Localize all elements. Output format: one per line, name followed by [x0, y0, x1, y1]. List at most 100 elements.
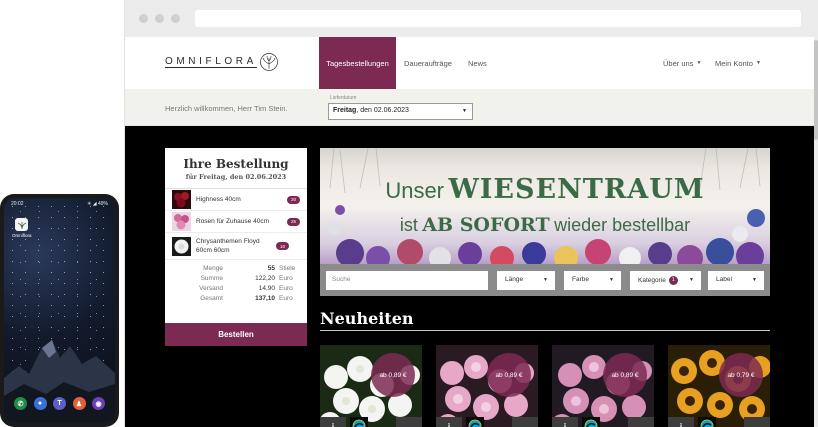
order-item-name: Chrysanthemen Floyd 60cm 60cm [196, 238, 260, 254]
total-row-grand: Gesamt 137,10 Euro [165, 294, 307, 304]
price-badge: ab 0,89 € [603, 353, 647, 397]
teams-icon[interactable]: T [53, 397, 66, 410]
phone-status-icons: ✳ ◢ 49% [87, 201, 108, 207]
filter-label[interactable]: Label ▼ [708, 271, 764, 290]
order-item-qty: 10 [276, 242, 289, 250]
order-item-name: Rosen für Zuhause 40cm [196, 218, 269, 225]
chevron-down-icon: ▼ [689, 277, 694, 283]
maximize-window-dot[interactable] [171, 14, 180, 23]
total-unit: Euro [279, 275, 293, 282]
price-badge: ab 0,89 € [371, 353, 415, 397]
price-badge: ab 0,89 € [487, 353, 531, 397]
firefox-icon[interactable]: ◉ [92, 397, 105, 410]
delivery-date: , den 02.06.2023 [356, 107, 409, 114]
phone-screen: 20:02 ✳ ◢ 49% Omniflora ✆ ● T ♟ ◉ [4, 198, 115, 423]
chevron-down-icon: ▼ [609, 277, 614, 283]
chevron-down-icon: ▼ [462, 108, 467, 114]
omniflora-app-icon[interactable] [15, 218, 29, 231]
section-title-neuheiten: Neuheiten [320, 309, 414, 328]
order-item-qty: 20 [287, 195, 300, 204]
phone-time: 20:02 [11, 201, 24, 207]
total-label: Menge [203, 265, 223, 272]
filter-farbe-label: Farbe [572, 276, 589, 283]
logo-text: OMNIFLORA [165, 56, 257, 68]
total-row-sum: Summe 122,20 Euro [165, 274, 307, 284]
order-item-qty: 25 [287, 217, 300, 226]
order-item[interactable]: Highness 40cm 20 [165, 189, 307, 211]
delivery-day: Freitag [333, 107, 357, 114]
phone-mockup: 20:02 ✳ ◢ 49% Omniflora ✆ ● T ♟ ◉ [0, 194, 119, 427]
info-button[interactable]: i [436, 417, 462, 427]
welcome-text: Herzlich willkommen, Herr Tim Stein. [165, 104, 288, 113]
stem-length: 60cm [512, 417, 538, 427]
total-row-quantity: Menge 55 Stiele [165, 264, 307, 274]
nav-dauerauftraege[interactable]: Daueraufträge [404, 37, 452, 89]
banner-meadow-image [327, 148, 765, 264]
omniflora-app-shortcut[interactable]: Omniflora [12, 218, 32, 238]
main-content: Ihre Bestellung für Freitag, den 02.06.2… [125, 126, 815, 427]
product-card[interactable]: ab 0,79 € i 70cm [668, 345, 770, 427]
order-item-name: Highness 40cm [196, 196, 241, 203]
chevron-down-icon: ▼ [752, 277, 757, 283]
filter-kategorie[interactable]: Kategorie 1 ▼ [630, 271, 701, 290]
nav-ueber-uns-label: Über uns [663, 58, 694, 68]
phone-icon[interactable]: ✆ [14, 397, 27, 410]
search-input[interactable]: Suche [326, 271, 488, 290]
filter-count-badge: 1 [668, 276, 678, 285]
filter-laenge[interactable]: Länge ▼ [497, 271, 555, 290]
chevron-down-icon: ▼ [696, 60, 702, 66]
contacts-icon[interactable]: ♟ [72, 397, 86, 410]
product-card-footer: i 60cm [436, 417, 538, 427]
nav-ueber-uns[interactable]: Über uns ▼ [663, 37, 701, 89]
scrollbar-thumb[interactable] [814, 40, 818, 140]
messages-icon[interactable]: ● [33, 397, 47, 410]
info-button[interactable]: i [668, 417, 694, 427]
product-thumbnail [172, 212, 191, 231]
promo-banner[interactable]: Unser WIESENTRAUM ist AB SOFORT wieder b… [320, 148, 770, 264]
filter-label-label: Label [716, 276, 732, 283]
filter-farbe[interactable]: Farbe ▼ [564, 271, 621, 290]
product-card[interactable]: ab 0,89 € i 60cm [320, 345, 422, 427]
omniflora-site: OMNIFLORA Tagesbestellungen Daueraufträg… [125, 37, 815, 427]
top-navigation: OMNIFLORA Tagesbestellungen Daueraufträg… [125, 37, 815, 89]
app-label: Omniflora [12, 233, 32, 238]
total-label: Gesamt [200, 295, 223, 302]
order-item[interactable]: Rosen für Zuhause 40cm 25 [165, 211, 307, 233]
fairtrade-icon [582, 417, 600, 427]
fairtrade-icon [350, 417, 368, 427]
address-bar[interactable] [195, 10, 801, 27]
total-label: Summe [200, 275, 223, 282]
phone-status-bar: 20:02 ✳ ◢ 49% [11, 201, 108, 207]
chevron-down-icon: ▼ [755, 60, 761, 66]
minimize-window-dot[interactable] [155, 14, 164, 23]
product-card-footer: i 60cm [552, 417, 654, 427]
welcome-bar: Herzlich willkommen, Herr Tim Stein. Lie… [125, 89, 815, 126]
stem-length: 60cm [396, 417, 422, 427]
order-subtitle: für Freitag, den 02.06.2023 [185, 173, 287, 181]
browser-titlebar [125, 0, 818, 37]
total-label: Versand [199, 285, 223, 292]
total-value: 137,10 [255, 295, 275, 302]
delivery-date-select[interactable]: Freitag, den 02.06.2023 ▼ [328, 103, 473, 120]
banner-word-unser: Unser [385, 178, 445, 203]
product-card[interactable]: ab 0,89 € i 60cm [552, 345, 654, 427]
filter-laenge-label: Länge [505, 276, 524, 283]
order-totals: Menge 55 Stiele Summe 122,20 Euro Versan… [165, 260, 307, 304]
nav-mein-konto-label: Mein Konto [715, 58, 753, 68]
product-card[interactable]: ab 0,89 € i 60cm [436, 345, 538, 427]
order-item[interactable]: Chrysanthemen Floyd 60cm 60cm 10 [165, 233, 307, 260]
product-thumbnail [172, 236, 191, 256]
close-window-dot[interactable] [139, 14, 148, 23]
stem-length: 70cm [744, 417, 770, 427]
filter-kategorie-label: Kategorie [638, 277, 666, 285]
fairtrade-icon [698, 417, 716, 427]
nav-mein-konto[interactable]: Mein Konto ▼ [715, 37, 761, 89]
nav-tagesbestellungen[interactable]: Tagesbestellungen [319, 37, 396, 89]
info-button[interactable]: i [552, 417, 578, 427]
product-card-footer: i 60cm [320, 417, 422, 427]
site-logo[interactable]: OMNIFLORA [165, 52, 279, 72]
order-submit-button[interactable]: Bestellen [165, 323, 307, 346]
banner-word-wiesentraum: WIESENTRAUM [448, 174, 705, 205]
nav-news[interactable]: News [468, 37, 487, 89]
info-button[interactable]: i [320, 417, 346, 427]
